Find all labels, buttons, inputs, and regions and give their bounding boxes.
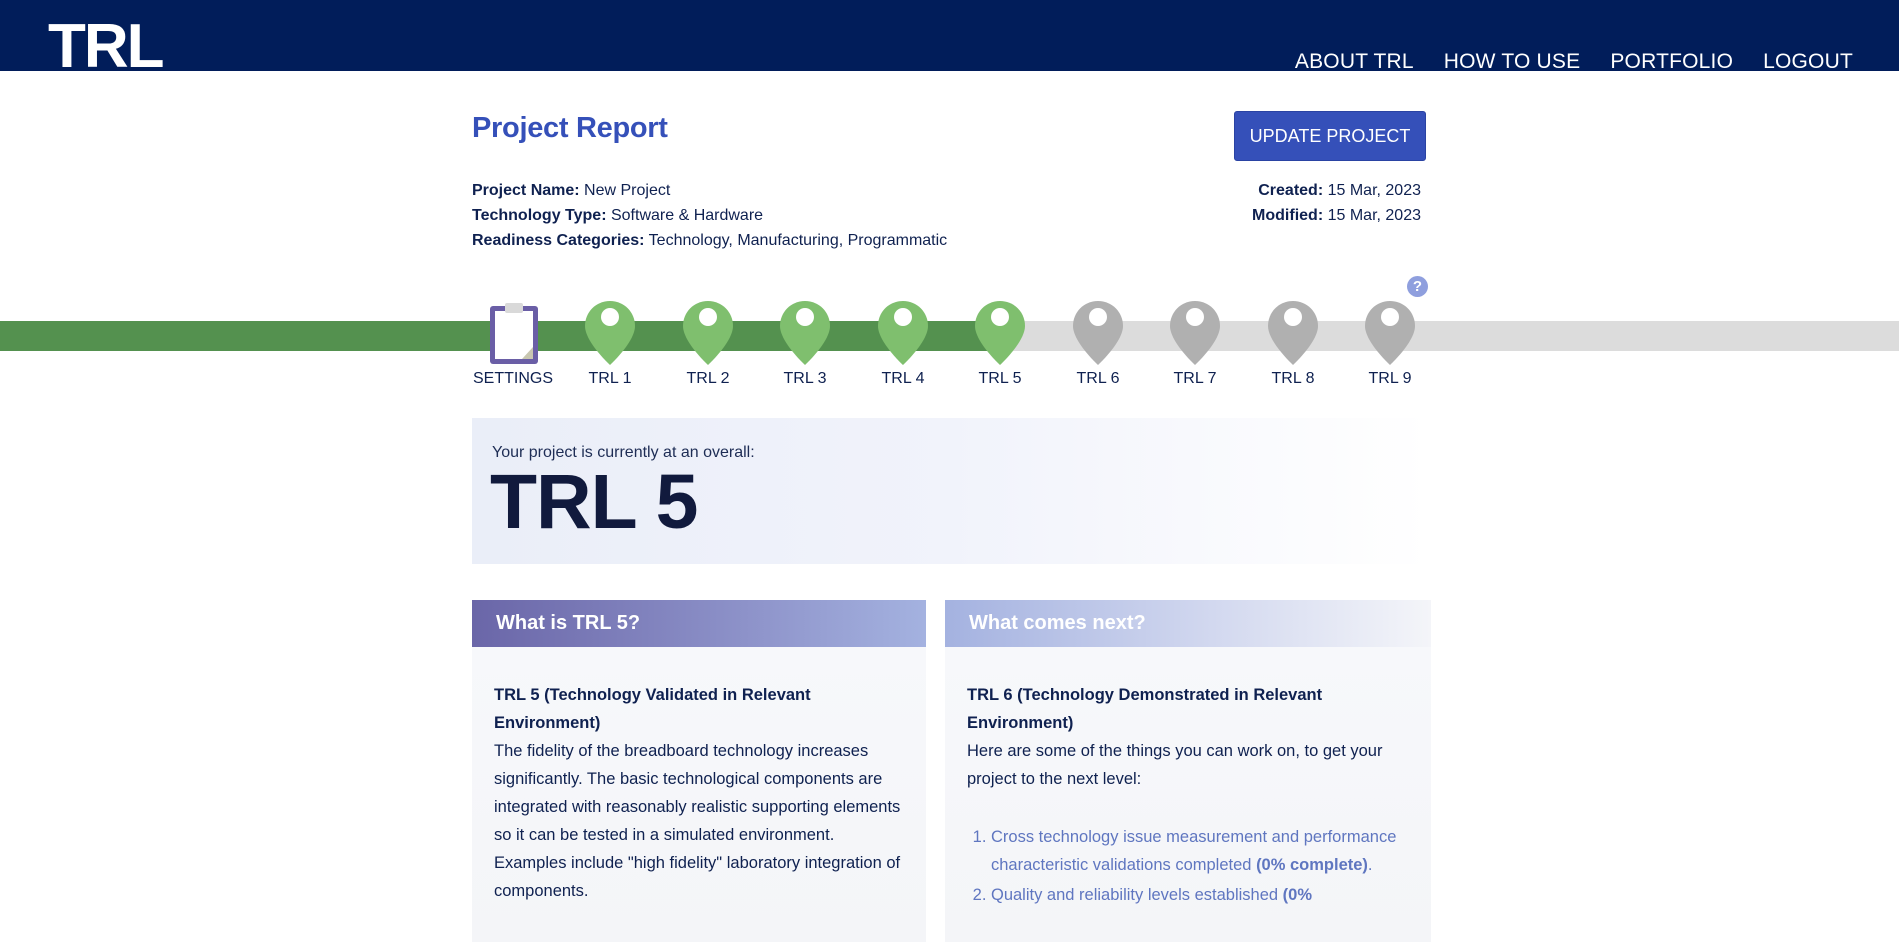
- map-pin-icon: [585, 301, 635, 365]
- map-pin-icon: [1170, 301, 1220, 365]
- update-project-button[interactable]: UPDATE PROJECT: [1234, 111, 1426, 161]
- project-meta: Project Name: New Project Technology Typ…: [472, 178, 947, 253]
- current-level-description: The fidelity of the breadboard technolog…: [494, 742, 901, 900]
- created-row: Created: 15 Mar, 2023: [1252, 178, 1421, 203]
- current-level-card: What is TRL 5? TRL 5 (Technology Validat…: [472, 600, 926, 942]
- nav-how-to-use[interactable]: HOW TO USE: [1444, 50, 1581, 74]
- modified-label: Modified:: [1252, 207, 1324, 224]
- created-value: 15 Mar, 2023: [1327, 182, 1421, 199]
- next-level-card-body: TRL 6 (Technology Demonstrated in Releva…: [945, 647, 1431, 942]
- trl-step-label: TRL 1: [588, 370, 632, 387]
- created-label: Created:: [1258, 182, 1324, 199]
- clipboard-icon: [490, 303, 538, 364]
- next-level-card-header: What comes next?: [945, 600, 1431, 647]
- map-pin-icon: [975, 301, 1025, 365]
- overall-trl-level: TRL 5: [490, 459, 699, 545]
- next-step-item[interactable]: Cross technology issue measurement and p…: [991, 823, 1411, 879]
- project-name-value: New Project: [584, 182, 671, 199]
- help-icon[interactable]: ?: [1407, 276, 1428, 297]
- trl-step-label: TRL 4: [881, 370, 925, 387]
- nav-portfolio[interactable]: PORTFOLIO: [1610, 50, 1733, 74]
- map-pin-icon: [1073, 301, 1123, 365]
- next-step-tail: .: [1367, 856, 1373, 874]
- trl-step-label: TRL 2: [686, 370, 730, 387]
- trl-step-label: TRL 8: [1271, 370, 1315, 387]
- trl-logo[interactable]: TRL: [48, 14, 163, 71]
- map-pin-icon: [780, 301, 830, 365]
- readiness-categories-label: Readiness Categories:: [472, 232, 645, 249]
- main-nav: ABOUT TRL HOW TO USE PORTFOLIO LOGOUT: [1295, 50, 1853, 74]
- technology-type-value: Software & Hardware: [610, 207, 764, 224]
- current-level-card-body: TRL 5 (Technology Validated in Relevant …: [472, 647, 926, 942]
- next-level-card: What comes next? TRL 6 (Technology Demon…: [945, 600, 1431, 942]
- nav-logout[interactable]: LOGOUT: [1763, 50, 1853, 74]
- trl-step-label: TRL 5: [978, 370, 1022, 387]
- map-pin-icon: [878, 301, 928, 365]
- current-level-card-header: What is TRL 5?: [472, 600, 926, 647]
- modified-row: Modified: 15 Mar, 2023: [1252, 203, 1421, 228]
- trl-step-label: TRL 7: [1173, 370, 1217, 387]
- project-name-label: Project Name:: [472, 182, 580, 199]
- next-step-item[interactable]: Quality and reliability levels establish…: [991, 881, 1411, 909]
- next-step-percent: (0%: [1282, 886, 1313, 904]
- next-step-percent: (0% complete): [1256, 856, 1368, 874]
- next-level-intro: Here are some of the things you can work…: [967, 742, 1383, 788]
- readiness-categories-row: Readiness Categories: Technology, Manufa…: [472, 228, 947, 253]
- map-pin-icon: [1268, 301, 1318, 365]
- current-level-heading: TRL 5 (Technology Validated in Relevant …: [494, 686, 811, 732]
- readiness-categories-value: Technology, Manufacturing, Programmatic: [648, 232, 948, 249]
- map-pin-icon: [683, 301, 733, 365]
- project-name-row: Project Name: New Project: [472, 178, 947, 203]
- overall-status-panel: Your project is currently at an overall:…: [472, 418, 1430, 564]
- next-level-heading: TRL 6 (Technology Demonstrated in Releva…: [967, 686, 1323, 732]
- technology-type-row: Technology Type: Software & Hardware: [472, 203, 947, 228]
- trl-step-label: TRL 3: [783, 370, 827, 387]
- next-step-text: Quality and reliability levels establish…: [991, 886, 1279, 904]
- map-pin-icon: [1365, 301, 1415, 365]
- project-dates: Created: 15 Mar, 2023 Modified: 15 Mar, …: [1252, 178, 1421, 228]
- trl-step-label: TRL 9: [1368, 370, 1412, 387]
- trl-step-label: TRL 6: [1076, 370, 1120, 387]
- settings-label: SETTINGS: [473, 370, 554, 387]
- next-steps-list: Cross technology issue measurement and p…: [967, 823, 1411, 909]
- top-navbar: TRL ABOUT TRL HOW TO USE PORTFOLIO LOGOU…: [0, 0, 1899, 74]
- modified-value: 15 Mar, 2023: [1327, 207, 1421, 224]
- nav-about-trl[interactable]: ABOUT TRL: [1295, 50, 1414, 74]
- technology-type-label: Technology Type:: [472, 207, 607, 224]
- page-title: Project Report: [472, 112, 668, 144]
